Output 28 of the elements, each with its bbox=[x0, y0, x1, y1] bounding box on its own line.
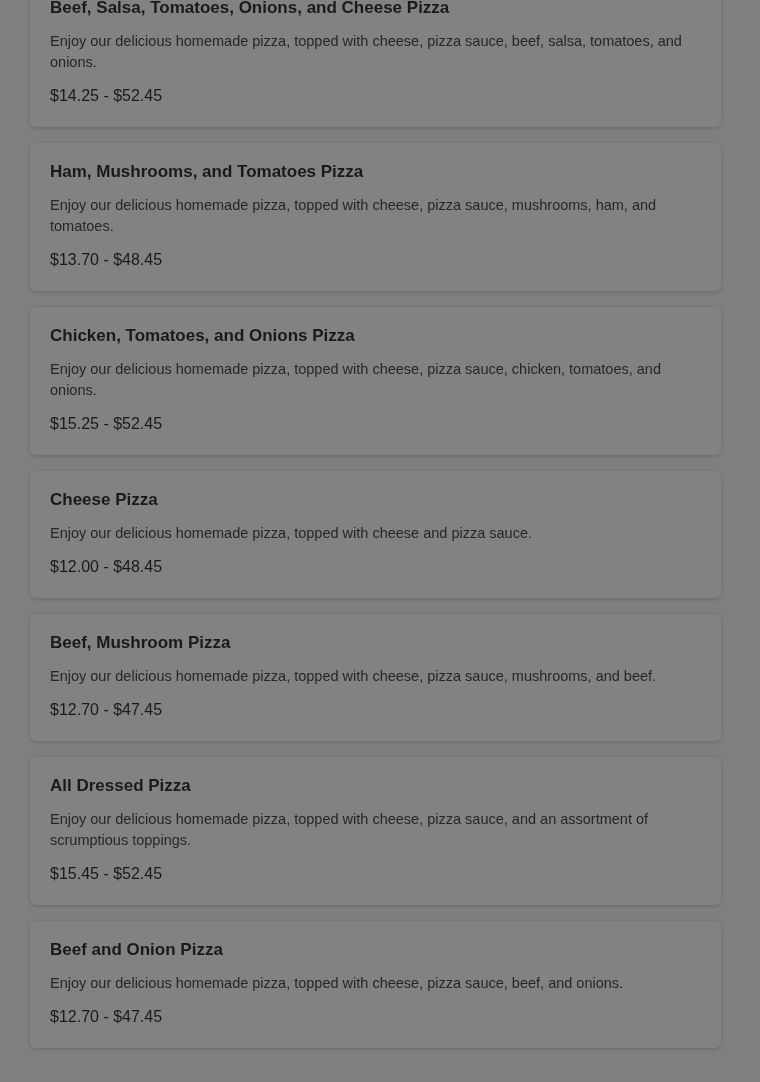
menu-item-card[interactable]: Beef and Onion Pizza Enjoy our delicious homemade pizza, topped with cheese, pizza sauce, beef, and onions. $12.70 - $47.45 bbox=[30, 921, 721, 1048]
item-price: $14.25 - $52.45 bbox=[50, 86, 164, 106]
item-title: Chicken, Tomatoes, and Onions Pizza bbox=[50, 325, 356, 347]
item-price: $12.70 - $47.45 bbox=[50, 700, 164, 720]
item-title: Ham, Mushrooms, and Tomatoes Pizza bbox=[50, 161, 365, 183]
item-description: Enjoy our delicious homemade pizza, topped with cheese and pizza sauce. bbox=[50, 524, 533, 543]
item-description: Enjoy our delicious homemade pizza, topped with cheese, pizza sauce, beef, and onions. bbox=[50, 974, 625, 993]
menu-item-card[interactable]: Cheese Pizza Enjoy our delicious homemade pizza, topped with cheese and pizza sauce. $12.00 - $48.45 bbox=[30, 471, 721, 598]
item-title: Cheese Pizza bbox=[50, 489, 159, 511]
item-price: $12.00 - $48.45 bbox=[50, 557, 164, 577]
item-price: $15.25 - $52.45 bbox=[50, 414, 164, 434]
item-title: Beef, Salsa, Tomatoes, Onions, and Cheese Pizza bbox=[50, 0, 451, 19]
item-title: Beef, Mushroom Pizza bbox=[50, 632, 232, 654]
menu-item-card[interactable]: Chicken, Tomatoes, and Onions Pizza Enjoy our delicious homemade pizza, topped with cheese, pizza sauce, chicken, tomatoes, and onions. $15.25 - $52.45 bbox=[30, 307, 721, 455]
item-price: $13.70 - $48.45 bbox=[50, 250, 164, 270]
menu-item-card[interactable]: All Dressed Pizza Enjoy our delicious homemade pizza, topped with cheese, pizza sauce, and an assortment of scrumptious toppings. $15.45 - $52.45 bbox=[30, 757, 721, 905]
item-description: Enjoy our delicious homemade pizza, topped with cheese, pizza sauce, mushrooms, ham, and tomatoes. bbox=[50, 196, 658, 236]
item-title: Beef and Onion Pizza bbox=[50, 939, 224, 961]
menu-item-card[interactable]: Ham, Mushrooms, and Tomatoes Pizza Enjoy our delicious homemade pizza, topped with cheese, pizza sauce, mushrooms, ham, and tomatoes. $13.70 - $48.45 bbox=[30, 143, 721, 291]
menu-item-card[interactable]: Beef, Mushroom Pizza Enjoy our delicious homemade pizza, topped with cheese, pizza sauce, mushrooms, and beef. $12.70 - $47.45 bbox=[30, 614, 721, 741]
item-description: Enjoy our delicious homemade pizza, topped with cheese, pizza sauce, chicken, tomatoes, and onions. bbox=[50, 360, 662, 400]
item-description: Enjoy our delicious homemade pizza, topped with cheese, pizza sauce, beef, salsa, tomatoes, and onions. bbox=[50, 32, 683, 72]
item-title: All Dressed Pizza bbox=[50, 775, 192, 797]
item-price: $12.70 - $47.45 bbox=[50, 1007, 164, 1027]
item-price: $15.45 - $52.45 bbox=[50, 864, 164, 884]
menu-item-card[interactable]: Beef, Salsa, Tomatoes, Onions, and Cheese Pizza Enjoy our delicious homemade pizza, topped with cheese, pizza sauce, beef, salsa, tomatoes, and onions. $14.25 - $52.45 bbox=[30, 0, 721, 127]
item-description: Enjoy our delicious homemade pizza, topped with cheese, pizza sauce, and an assortment of scrumptious toppings. bbox=[50, 810, 650, 850]
item-description: Enjoy our delicious homemade pizza, topped with cheese, pizza sauce, mushrooms, and beef. bbox=[50, 667, 658, 686]
